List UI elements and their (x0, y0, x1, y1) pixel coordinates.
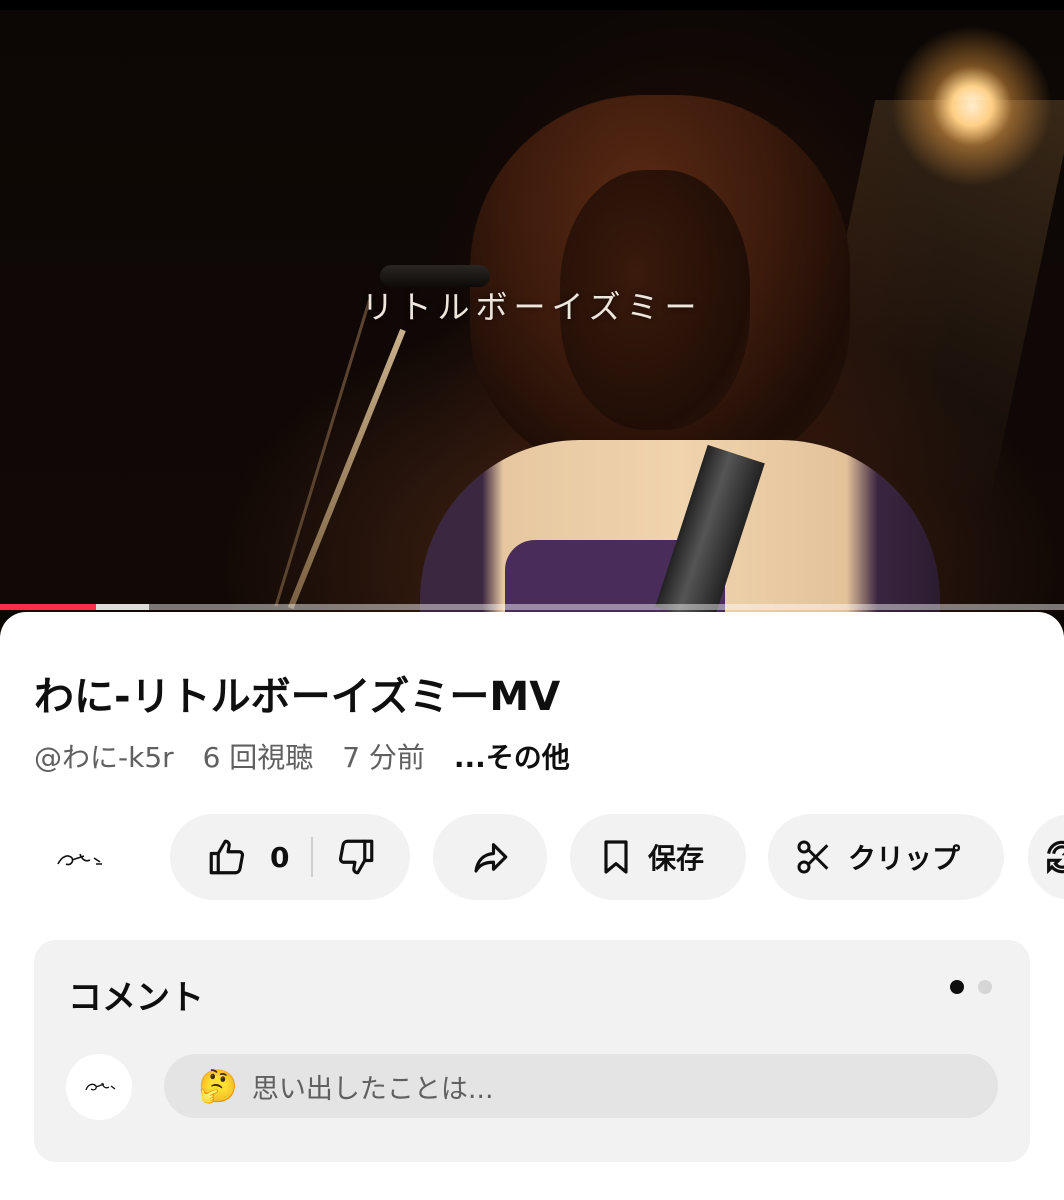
save-label: 保存 (648, 842, 705, 875)
video-info-sheet: わに-リトルボーイズミーMV @わに-k5r 6 回視聴 7 分前 ...その他 (0, 612, 1064, 1200)
channel-avatar[interactable] (50, 840, 110, 880)
remix-button[interactable] (1028, 814, 1064, 900)
comments-card[interactable]: コメント 🤔 思い出したことは... (34, 940, 1030, 1162)
video-player[interactable]: リトルボーイズミー (0, 0, 1064, 626)
video-title[interactable]: わに-リトルボーイズミーMV (34, 664, 560, 722)
video-meta[interactable]: @わに-k5r 6 回視聴 7 分前 ...その他 (34, 736, 590, 776)
video-overlay-title: リトルボーイズミー (361, 288, 703, 326)
save-button[interactable]: 保存 (570, 814, 746, 900)
share-button[interactable] (433, 814, 547, 900)
more-link[interactable]: ...その他 (454, 741, 570, 774)
user-avatar (66, 1054, 132, 1120)
like-count: 0 (270, 840, 290, 874)
remix-icon (1042, 837, 1064, 877)
like-divider (311, 837, 314, 877)
thumbs-down-icon[interactable] (335, 836, 377, 878)
view-count: 6 回視聴 (202, 741, 314, 774)
clip-button[interactable]: クリップ (768, 814, 1004, 900)
page-indicator-inactive (978, 980, 992, 994)
channel-handle[interactable]: @わに-k5r (34, 741, 174, 774)
page-indicator-active (950, 980, 964, 994)
comment-placeholder: 思い出したことは... (251, 1073, 494, 1105)
scissors-icon (794, 837, 834, 877)
progress-bar[interactable] (0, 604, 1064, 610)
upload-time: 7 分前 (342, 741, 425, 774)
action-row: 0 保存 クリップ (0, 812, 1064, 902)
status-bar-strip (0, 0, 1064, 10)
comments-title: コメント (68, 978, 204, 1018)
thumbs-up-icon[interactable] (206, 836, 248, 878)
clip-label: クリップ (848, 842, 961, 875)
share-icon (469, 836, 511, 878)
comment-input[interactable]: 🤔 思い出したことは... (164, 1054, 998, 1118)
progress-played (0, 604, 96, 610)
page: リトルボーイズミー わに-リトルボーイズミーMV @わに-k5r 6 回視聴 7… (0, 0, 1064, 1200)
bookmark-icon (596, 837, 636, 877)
like-dislike-pill: 0 (170, 814, 410, 900)
thinking-face-icon: 🤔 (198, 1067, 238, 1105)
